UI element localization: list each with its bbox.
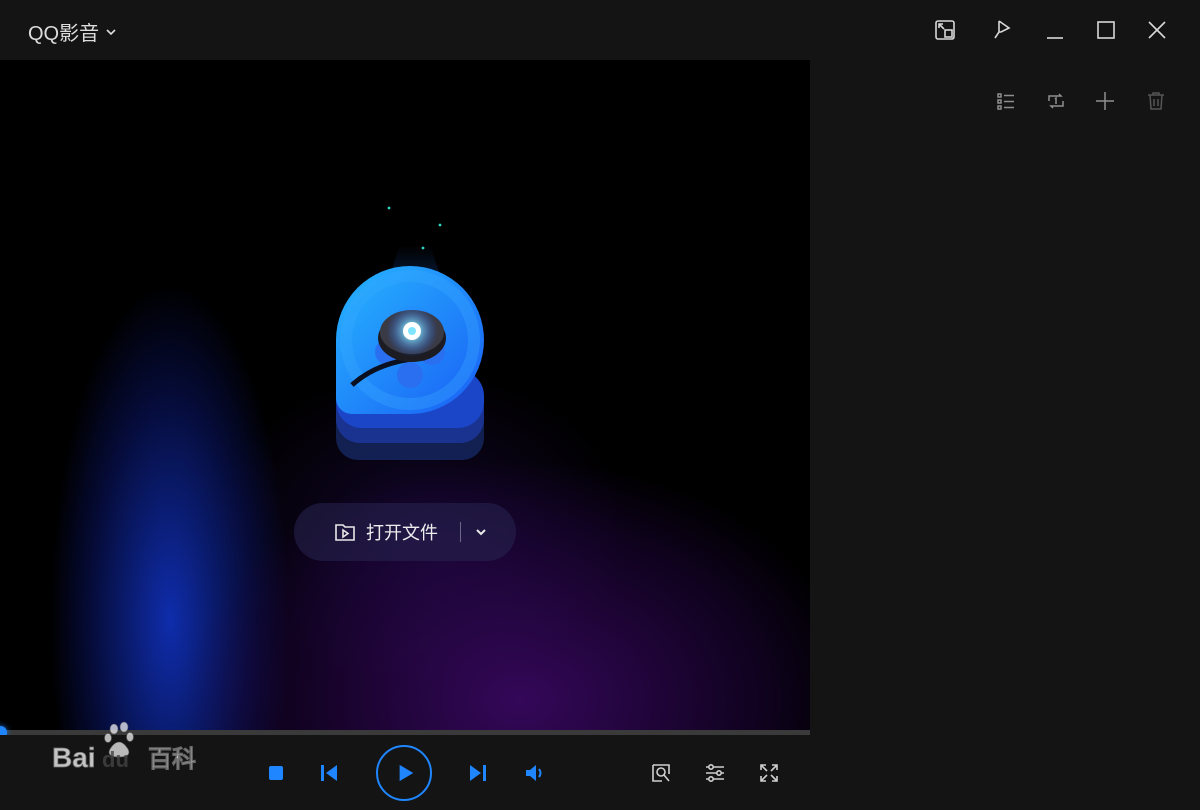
play-icon xyxy=(399,764,413,782)
volume-icon xyxy=(526,765,542,781)
svg-text:Bai: Bai xyxy=(52,742,96,773)
open-file-button[interactable]: 打开文件 xyxy=(294,503,438,561)
play-file-icon xyxy=(335,524,355,541)
list-view-icon xyxy=(997,93,1014,110)
mini-mode-button[interactable] xyxy=(929,14,961,46)
loop-mode-button[interactable] xyxy=(1043,88,1069,114)
next-button[interactable] xyxy=(466,761,490,785)
minimize-icon xyxy=(1047,37,1063,39)
volume-button[interactable] xyxy=(522,761,548,785)
settings-button[interactable] xyxy=(702,760,728,786)
previous-button[interactable] xyxy=(317,761,341,785)
settings-icon xyxy=(706,763,724,783)
pin-icon xyxy=(994,20,1011,39)
title-bar: QQ影音 xyxy=(0,0,1200,60)
playlist-panel xyxy=(810,60,1200,810)
stop-button[interactable] xyxy=(264,761,288,785)
chevron-down-icon xyxy=(106,28,116,35)
svg-text:百科: 百科 xyxy=(148,745,196,773)
close-icon xyxy=(1148,21,1166,39)
stop-icon xyxy=(269,766,283,780)
maximize-icon xyxy=(1097,21,1115,39)
chevron-down-icon xyxy=(476,529,486,536)
play-button[interactable] xyxy=(376,745,432,801)
add-file-button[interactable] xyxy=(1092,88,1118,114)
fullscreen-button[interactable] xyxy=(756,760,782,786)
fullscreen-icon xyxy=(760,764,778,782)
next-icon xyxy=(470,765,486,781)
svg-text:du: du xyxy=(102,747,129,772)
qq-player-logo xyxy=(336,206,484,460)
delete-icon xyxy=(1148,92,1164,110)
open-file-label: 打开文件 xyxy=(366,523,438,543)
minimize-button[interactable] xyxy=(1039,14,1071,46)
list-view-button[interactable] xyxy=(993,88,1019,114)
close-button[interactable] xyxy=(1141,14,1173,46)
app-menu-button[interactable]: QQ影音 xyxy=(28,17,117,46)
pin-button[interactable] xyxy=(986,14,1018,46)
maximize-button[interactable] xyxy=(1090,14,1122,46)
delete-button[interactable] xyxy=(1143,88,1169,114)
open-file-dropdown-button[interactable] xyxy=(461,503,501,561)
video-area[interactable]: 打开文件 xyxy=(0,60,810,730)
previous-icon xyxy=(321,765,337,781)
mini-mode-icon xyxy=(935,20,955,40)
screenshot-button[interactable] xyxy=(648,760,674,786)
loop-icon xyxy=(1048,93,1064,109)
baidu-baike-watermark: Bai du 百科 xyxy=(52,721,196,773)
screenshot-icon xyxy=(652,764,670,782)
add-icon xyxy=(1096,92,1114,110)
open-file-control: 打开文件 xyxy=(294,503,516,561)
app-title: QQ影音 xyxy=(28,23,100,45)
